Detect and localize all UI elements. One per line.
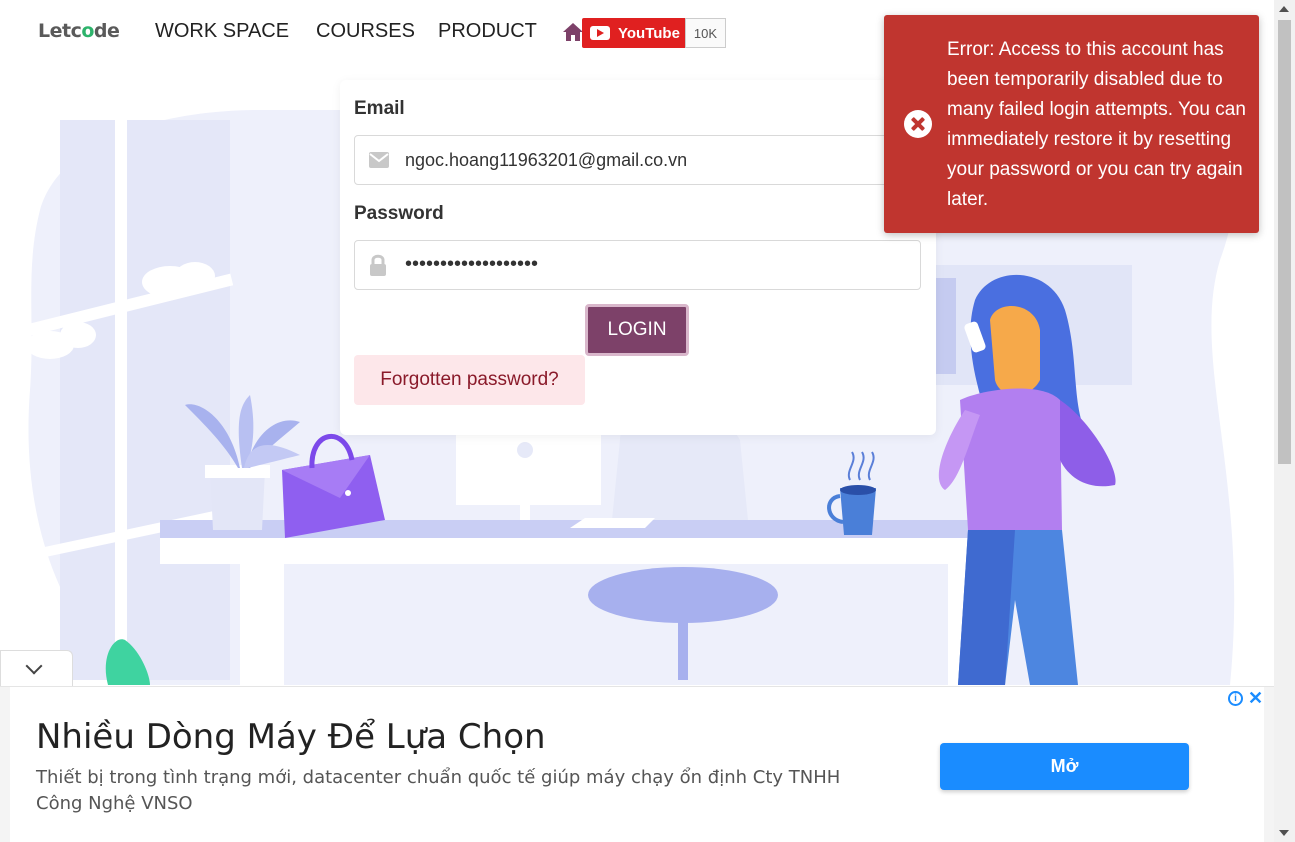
scroll-up-arrow-icon[interactable] <box>1279 6 1289 12</box>
lock-icon <box>370 254 386 276</box>
email-field[interactable]: ngoc.hoang11963201@gmail.co.vn <box>354 135 921 185</box>
ad-banner[interactable]: i ✕ Nhiều Dòng Máy Để Lựa Chọn Thiết bị … <box>0 686 1274 842</box>
error-message: Error: Access to this account has been t… <box>947 39 1246 210</box>
ad-open-button[interactable]: Mở <box>940 743 1189 790</box>
youtube-play-icon <box>590 26 610 40</box>
error-close-circle-icon <box>904 110 932 138</box>
ad-description: Thiết bị trong tình trạng mới, datacente… <box>36 767 841 814</box>
nav-link-product[interactable]: PRODUCT <box>438 20 537 43</box>
envelope-icon <box>369 152 389 168</box>
page: Letcode WORK SPACE COURSES PRODUCT YouTu… <box>0 0 1295 842</box>
password-value: ••••••••••••••••••• <box>405 253 539 275</box>
login-form: Email ngoc.hoang11963201@gmail.co.vn Pas… <box>340 80 936 435</box>
ad-title[interactable]: Nhiều Dòng Máy Để Lựa Chọn <box>36 717 546 757</box>
ad-right-margin <box>1264 687 1274 842</box>
youtube-label: YouTube <box>618 24 680 42</box>
email-value: ngoc.hoang11963201@gmail.co.vn <box>405 150 688 170</box>
password-label: Password <box>354 203 444 224</box>
letcode-logo[interactable]: Letcode <box>38 20 120 42</box>
home-icon[interactable] <box>562 22 584 42</box>
close-icon[interactable]: ✕ <box>1248 688 1263 709</box>
info-icon[interactable]: i <box>1228 691 1243 706</box>
password-field[interactable]: ••••••••••••••••••• <box>354 240 921 290</box>
forgot-password-button[interactable]: Forgotten password? <box>354 355 585 405</box>
youtube-subscribe-button[interactable]: YouTube <box>582 18 685 48</box>
chevron-down-icon <box>25 657 43 675</box>
error-toast[interactable]: Error: Access to this account has been t… <box>884 15 1259 233</box>
youtube-subscriber-count: 10K <box>685 18 726 48</box>
vertical-scrollbar[interactable] <box>1274 0 1295 842</box>
login-button[interactable]: LOGIN <box>585 304 689 356</box>
logo-text: Letcode <box>38 20 120 42</box>
ad-left-margin <box>0 687 10 842</box>
ad-collapse-tab[interactable] <box>0 650 73 686</box>
email-label: Email <box>354 98 405 119</box>
scrollbar-thumb[interactable] <box>1278 20 1291 464</box>
nav-link-courses[interactable]: COURSES <box>316 20 415 43</box>
nav-link-work-space[interactable]: WORK SPACE <box>155 20 289 43</box>
scroll-down-arrow-icon[interactable] <box>1279 830 1289 836</box>
